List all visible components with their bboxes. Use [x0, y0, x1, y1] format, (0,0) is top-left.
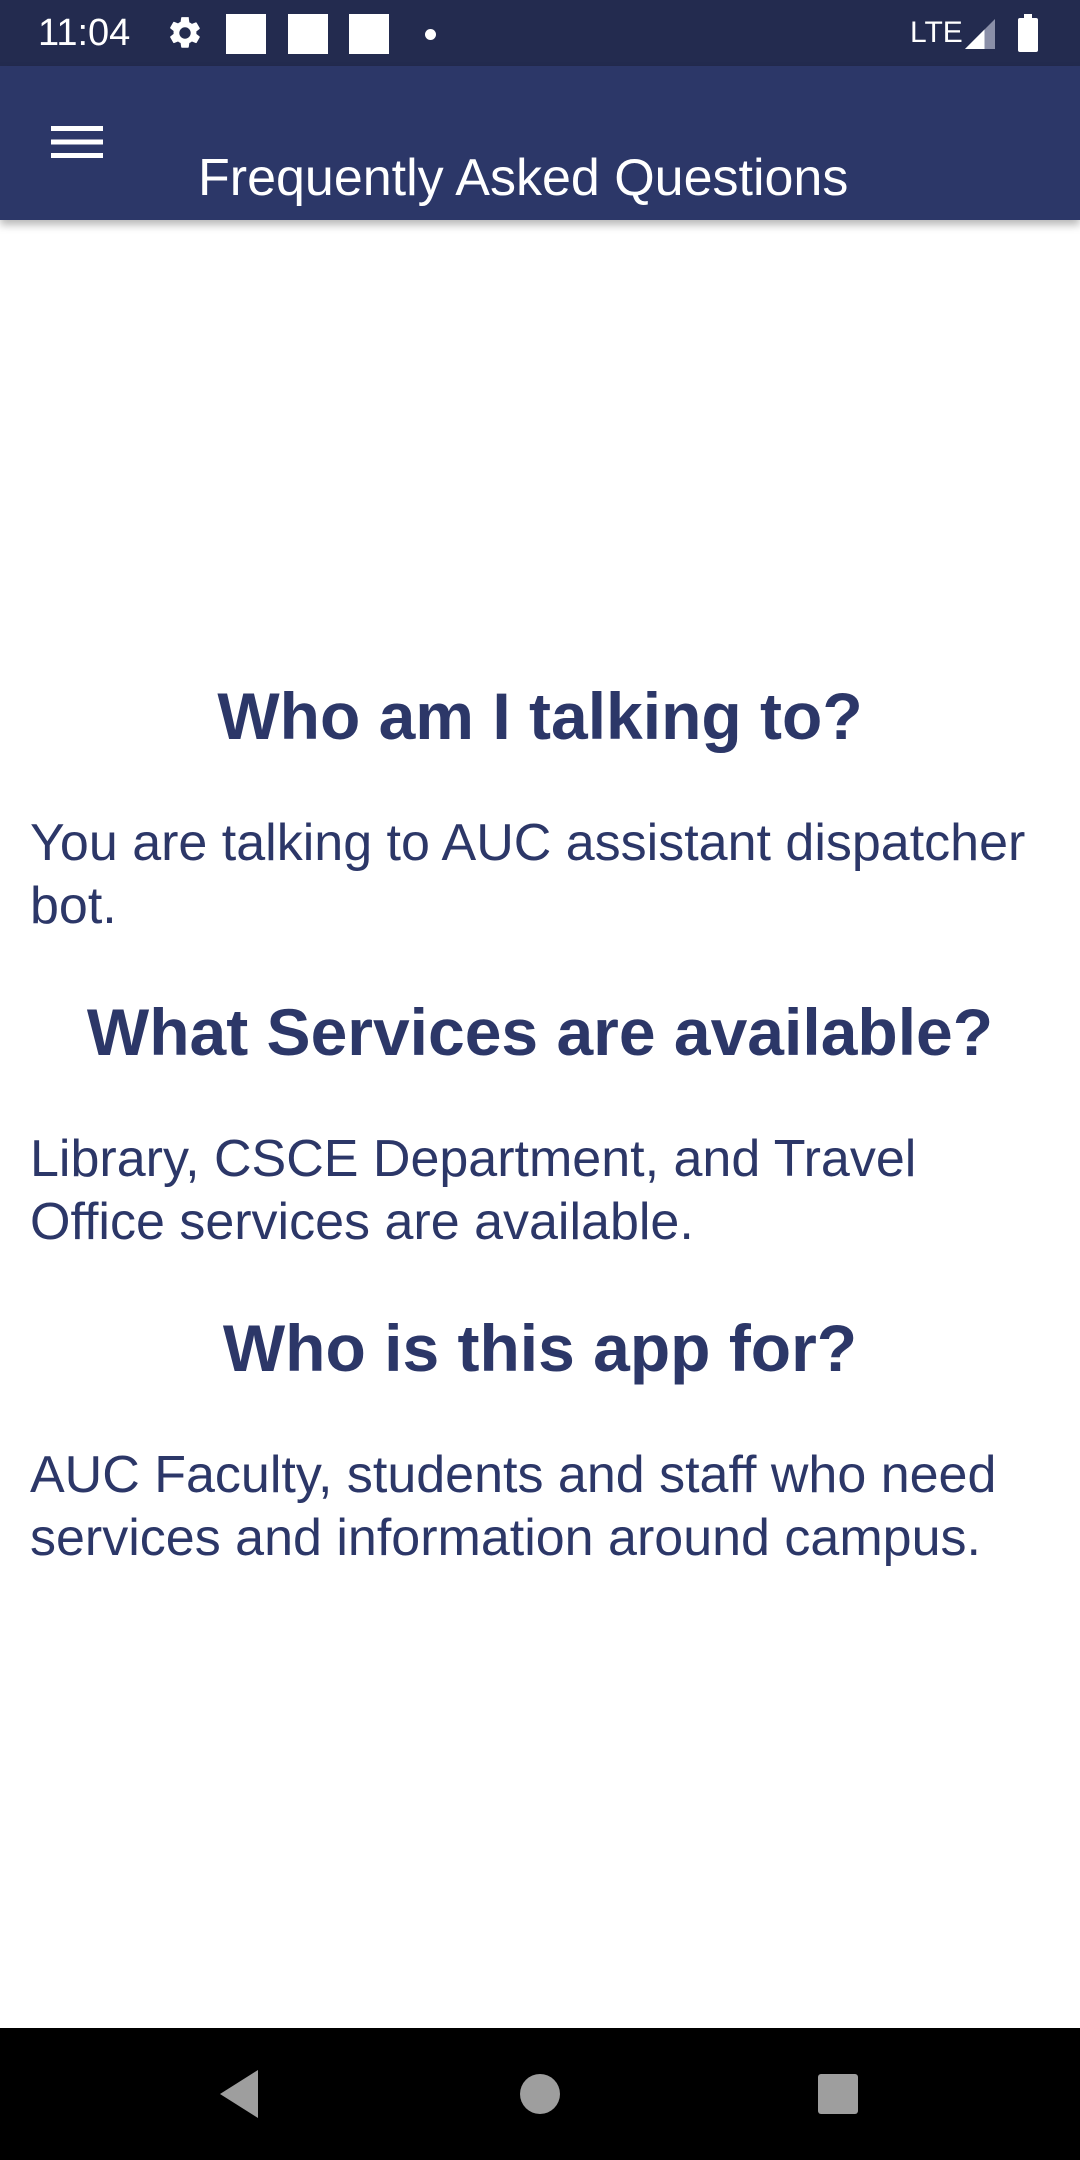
notification-square-icon: [226, 14, 266, 54]
battery-icon: [1018, 14, 1038, 52]
app-bar: Frequently Asked Questions: [0, 66, 1080, 220]
gear-icon: [170, 17, 200, 48]
faq-question: What Services are available?: [86, 995, 994, 1069]
faq-question: Who am I talking to?: [217, 679, 863, 753]
navigation-bar: [0, 2028, 1080, 2160]
page-title: Frequently Asked Questions: [198, 148, 849, 207]
faq-question: Who is this app for?: [222, 1311, 858, 1385]
notification-square-icon: [288, 14, 328, 54]
more-dot-icon: [425, 29, 436, 40]
home-button[interactable]: [496, 2050, 584, 2138]
back-button[interactable]: [196, 2050, 284, 2138]
faq-content: Who am I talking to? You are talking to …: [0, 220, 1080, 2028]
faq-answer: Library, CSCE Department, and Travel Off…: [30, 1130, 917, 1251]
home-icon: [520, 2074, 560, 2114]
menu-button[interactable]: [34, 106, 120, 178]
back-icon: [220, 2070, 258, 2118]
status-bar: 11:04 LTE: [0, 0, 1080, 66]
network-type: LTE: [910, 16, 963, 49]
status-time: 11:04: [38, 12, 131, 54]
recents-icon: [818, 2074, 858, 2114]
faq-answer: You are talking to AUC assistant dispatc…: [30, 814, 1026, 935]
signal-icon: [965, 19, 995, 49]
recents-button[interactable]: [794, 2050, 882, 2138]
faq-answer: AUC Faculty, students and staff who need…: [30, 1446, 997, 1567]
notification-square-icon: [349, 14, 389, 54]
hamburger-menu-icon: [51, 126, 103, 158]
